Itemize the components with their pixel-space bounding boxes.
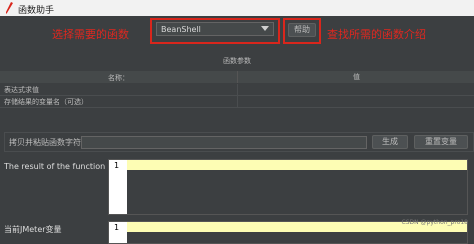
jmeter-variables-label: 当前JMeter变量 xyxy=(4,225,62,234)
column-header-name: 名称： xyxy=(108,74,129,82)
table-row[interactable]: 存储结果的变量名（可选） xyxy=(0,96,474,108)
function-helper-panel: 选择需要的函数 BeanShell 帮助 查找所需的函数介绍 函数参数 名称： … xyxy=(0,16,474,244)
column-divider xyxy=(237,96,238,107)
title-bar: 函数助手 xyxy=(0,0,474,16)
line-number: 1 xyxy=(114,223,120,232)
params-section-title: 函数参数 xyxy=(223,57,251,65)
table-row[interactable]: 表达式求值 xyxy=(0,84,474,96)
param-name-cell: 表达式求值 xyxy=(4,86,39,94)
watermark-text: CSDN @python_pro18 xyxy=(401,219,468,226)
line-number-gutter: 1 xyxy=(109,160,127,214)
line-number: 1 xyxy=(114,161,120,170)
paste-function-label: 拷贝并粘贴函数字符串 xyxy=(9,138,89,147)
result-text-area[interactable]: 1 xyxy=(108,159,468,215)
param-name-cell: 存储结果的变量名（可选） xyxy=(4,98,88,106)
column-header-value: 值 xyxy=(237,71,474,83)
result-label: The result of the function is xyxy=(4,162,115,171)
current-line-highlight xyxy=(127,160,467,170)
params-table-header: 名称： 值 xyxy=(0,71,474,83)
annotation-find-help: 查找所需的函数介绍 xyxy=(327,28,426,41)
jmeter-feather-icon xyxy=(6,2,13,14)
reset-variables-button[interactable]: 重置变量 xyxy=(414,135,468,149)
generate-button[interactable]: 生成 xyxy=(372,135,408,149)
function-select-value: BeanShell xyxy=(161,25,201,34)
annotation-select-function: 选择需要的函数 xyxy=(52,28,129,41)
function-string-input[interactable] xyxy=(81,136,367,149)
help-button[interactable]: 帮助 xyxy=(288,23,316,37)
column-divider xyxy=(237,84,238,95)
function-select[interactable]: BeanShell xyxy=(156,22,274,36)
chevron-down-icon xyxy=(261,26,269,31)
window-title: 函数助手 xyxy=(18,6,55,16)
line-number-gutter: 1 xyxy=(109,222,127,243)
